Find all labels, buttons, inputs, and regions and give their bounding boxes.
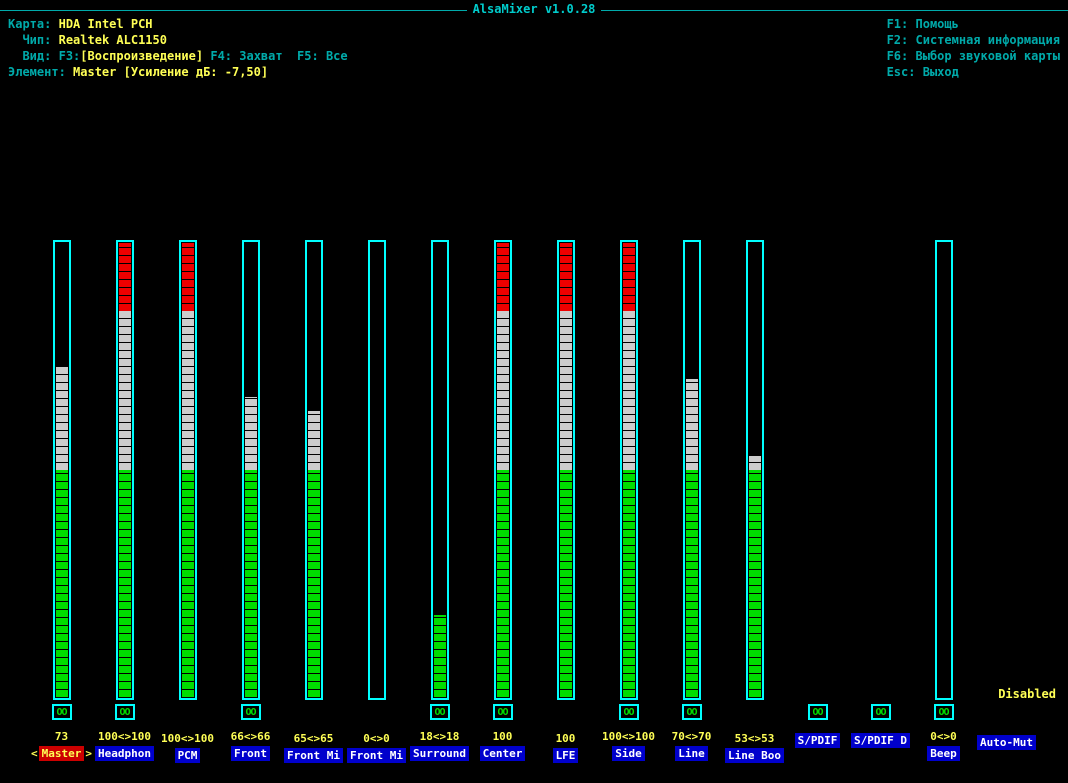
mute-toggle[interactable]: OO	[241, 704, 261, 720]
mixer-channel[interactable]: OO73<Master>	[30, 230, 93, 763]
mixer-channel[interactable]: OO 70<>70 Line	[660, 230, 723, 763]
channel-label[interactable]: Front Mi	[284, 748, 343, 763]
mixer-channel[interactable]: OO 100 Center	[471, 230, 534, 763]
volume-slot	[431, 230, 449, 700]
volume-bar[interactable]	[935, 240, 953, 700]
channel-level: 100<>100	[161, 732, 214, 745]
mixer-channel[interactable]: 100 LFE	[534, 230, 597, 763]
channel-label[interactable]: Master	[39, 746, 85, 761]
mixer-channel[interactable]: 53<>53 Line Boo	[723, 230, 786, 763]
channel-label[interactable]: S/PDIF	[795, 733, 841, 748]
channel-level: 100<>100	[98, 730, 151, 743]
mute-toggle[interactable]: OO	[619, 704, 639, 720]
mute-toggle[interactable]: OO	[934, 704, 954, 720]
channel-label[interactable]: Front	[231, 746, 270, 761]
volume-slot	[368, 230, 386, 700]
volume-slot	[242, 230, 260, 700]
mute-toggle[interactable]: OO	[682, 704, 702, 720]
mixer-channel[interactable]: OO S/PDIF	[786, 230, 849, 763]
volume-slot	[683, 230, 701, 700]
mixer-channel[interactable]: OO 0<>0 Beep	[912, 230, 975, 763]
app-title: AlsaMixer v1.0.28	[467, 2, 602, 16]
channel-level: 18<>18	[420, 730, 460, 743]
volume-bar[interactable]	[242, 240, 260, 700]
mixer-channel[interactable]: OO 18<>18 Surround	[408, 230, 471, 763]
channel-level: 53<>53	[735, 732, 775, 745]
mute-toggle[interactable]: OO	[52, 704, 72, 720]
volume-bar[interactable]	[116, 240, 134, 700]
channel-level: 100	[556, 732, 576, 745]
channel-label[interactable]: Beep	[927, 746, 960, 761]
channel-label[interactable]: PCM	[175, 748, 201, 763]
mixer-channel[interactable]: OO 100<>100 Headphon	[93, 230, 156, 763]
channel-level: 100<>100	[602, 730, 655, 743]
channel-label[interactable]: S/PDIF D	[851, 733, 910, 748]
app-title-bar: AlsaMixer v1.0.28	[0, 2, 1068, 16]
mute-toggle[interactable]: OO	[871, 704, 891, 720]
volume-slot	[557, 230, 575, 700]
channel-label[interactable]: Headphon	[95, 746, 154, 761]
volume-bar[interactable]	[494, 240, 512, 700]
mute-toggle[interactable]: OO	[493, 704, 513, 720]
channel-label[interactable]: Auto-Mut	[977, 735, 1036, 750]
channel-label[interactable]: Surround	[410, 746, 469, 761]
volume-slot	[620, 230, 638, 700]
channel-label[interactable]: Side	[612, 746, 645, 761]
volume-bar[interactable]	[368, 240, 386, 700]
volume-slot	[935, 230, 953, 700]
volume-slot	[305, 230, 323, 700]
help-panel: F1: Помощь F2: Системная информация F6: …	[887, 16, 1060, 80]
volume-bar[interactable]	[557, 240, 575, 700]
mixer-channel[interactable]: OO 66<>66 Front	[219, 230, 282, 763]
volume-bar[interactable]	[179, 240, 197, 700]
volume-bar[interactable]	[305, 240, 323, 700]
mixer-channel[interactable]: Auto-Mut	[975, 230, 1038, 763]
mixer-channel[interactable]: OO 100<>100 Side	[597, 230, 660, 763]
channel-level: 0<>0	[930, 730, 957, 743]
channel-level: 73	[55, 730, 68, 743]
volume-bar[interactable]	[683, 240, 701, 700]
channel-label[interactable]: Line	[675, 746, 708, 761]
volume-slot	[494, 230, 512, 700]
channel-level: 70<>70	[672, 730, 712, 743]
volume-bar[interactable]	[746, 240, 764, 700]
volume-slot	[179, 230, 197, 700]
mixer-channel[interactable]: 100<>100 PCM	[156, 230, 219, 763]
channel-level: 65<>65	[294, 732, 334, 745]
mixer-channel[interactable]: 0<>0 Front Mi	[345, 230, 408, 763]
channel-label[interactable]: Center	[480, 746, 526, 761]
mute-toggle[interactable]: OO	[808, 704, 828, 720]
channel-level: 100	[493, 730, 513, 743]
mixer-channel[interactable]: OO S/PDIF D	[849, 230, 912, 763]
mute-toggle[interactable]: OO	[430, 704, 450, 720]
channel-label[interactable]: LFE	[553, 748, 579, 763]
channel-level: 66<>66	[231, 730, 271, 743]
mixer-channel[interactable]: 65<>65 Front Mi	[282, 230, 345, 763]
volume-slot	[746, 230, 764, 700]
volume-slot	[53, 230, 71, 700]
mute-toggle[interactable]: OO	[115, 704, 135, 720]
channel-level: 0<>0	[363, 732, 390, 745]
channel-label[interactable]: Line Boo	[725, 748, 784, 763]
mixer-channels: OO73<Master>OO100<>100Headphon100<>100PC…	[30, 230, 1038, 763]
volume-bar[interactable]	[431, 240, 449, 700]
info-panel-left: Карта: HDA Intel PCH Чип: Realtek ALC115…	[8, 16, 348, 80]
volume-bar[interactable]	[53, 240, 71, 700]
volume-bar[interactable]	[620, 240, 638, 700]
channel-label[interactable]: Front Mi	[347, 748, 406, 763]
volume-slot	[116, 230, 134, 700]
